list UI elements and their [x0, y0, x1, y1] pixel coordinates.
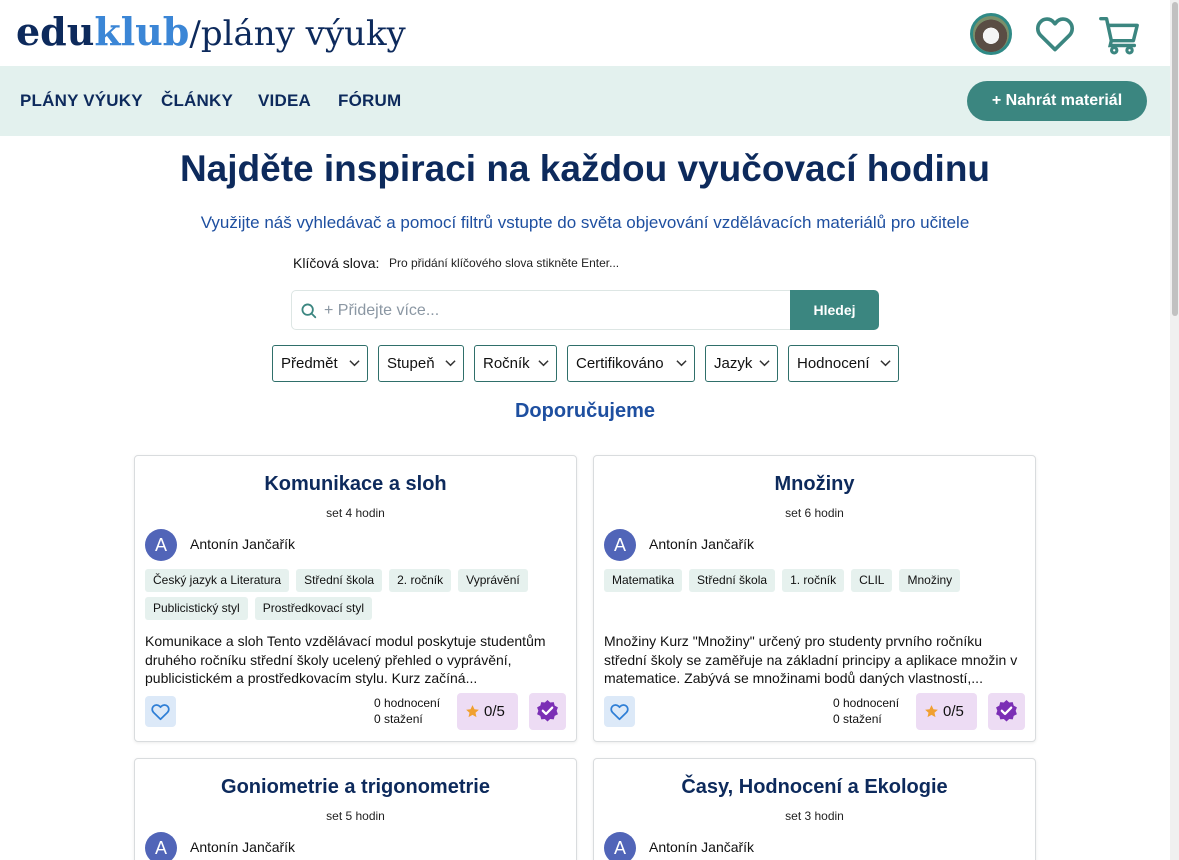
certified-icon: [537, 700, 558, 722]
card-description: Komunikace a sloh Tento vzdělávací modul…: [145, 633, 546, 686]
filter-label: Certifikováno: [576, 355, 664, 372]
filter-certifikovano[interactable]: Certifikováno: [567, 345, 695, 382]
user-avatar[interactable]: [970, 13, 1012, 55]
ratings-count: 0 hodnocení: [833, 696, 900, 710]
nav-item-clanky[interactable]: ČLÁNKY: [161, 91, 233, 111]
rating-score: 0/5: [943, 703, 964, 720]
tag[interactable]: CLIL: [851, 569, 893, 592]
card-lesson-count: set 3 hodin: [785, 809, 844, 823]
tag[interactable]: Množiny: [899, 569, 961, 592]
course-card[interactable]: Časy, Hodnocení a Ekologie set 3 hodin A…: [593, 758, 1036, 860]
keywords-hint: Pro přidání klíčového slova stikněte Ent…: [389, 256, 620, 270]
page-scrollbar-thumb[interactable]: [1172, 2, 1178, 316]
heart-icon: [151, 704, 170, 721]
certified-icon: [996, 700, 1017, 722]
course-card[interactable]: Komunikace a sloh set 4 hodin A Antonín …: [134, 455, 577, 742]
search-box[interactable]: [291, 290, 791, 330]
author-name[interactable]: Antonín Jančařík: [649, 839, 754, 855]
card-lesson-count: set 5 hodin: [326, 809, 385, 823]
card-stats: 0 hodnocení 0 stažení: [374, 695, 440, 727]
card-lesson-count: set 6 hodin: [785, 506, 844, 520]
certified-badge: [529, 693, 566, 730]
tag[interactable]: Střední škola: [296, 569, 383, 592]
card-description: Množiny Kurz "Množiny" určený pro studen…: [604, 633, 1018, 686]
certified-badge: [988, 693, 1025, 730]
card-stats: 0 hodnocení 0 stažení: [833, 695, 899, 727]
card-title[interactable]: Goniometrie a trigonometrie: [135, 776, 576, 799]
main-nav: PLÁNY VÝUKY ČLÁNKY VIDEA FÓRUM + Nahrát …: [0, 66, 1170, 136]
site-logo[interactable]: eduklub/plány výuky: [16, 8, 406, 58]
upload-material-button[interactable]: + Nahrát materiál: [967, 81, 1147, 121]
tag[interactable]: Prostředkovací styl: [254, 597, 373, 620]
filter-jazyk[interactable]: Jazyk: [705, 345, 778, 382]
chevron-down-icon: [880, 360, 891, 367]
keywords-label: Klíčová slova:: [293, 255, 380, 271]
nav-item-forum[interactable]: FÓRUM: [338, 91, 401, 111]
filter-stupen[interactable]: Stupeň: [378, 345, 464, 382]
rating-badge: 0/5: [457, 693, 518, 730]
author-name[interactable]: Antonín Jančařík: [190, 839, 295, 855]
heart-icon[interactable]: [1033, 12, 1077, 56]
favorite-button[interactable]: [604, 696, 635, 727]
filter-label: Jazyk: [714, 355, 753, 372]
card-title[interactable]: Množiny: [594, 473, 1035, 496]
rating-score: 0/5: [484, 703, 505, 720]
chevron-down-icon: [759, 360, 770, 367]
logo-slash: /: [189, 14, 201, 54]
author-avatar[interactable]: A: [604, 832, 636, 860]
tag[interactable]: Vyprávění: [458, 569, 528, 592]
chevron-down-icon: [676, 360, 687, 367]
author-name[interactable]: Antonín Jančařík: [649, 536, 754, 552]
logo-klub: klub: [94, 9, 190, 54]
chevron-down-icon: [349, 360, 360, 367]
search-button[interactable]: Hledej: [790, 290, 879, 330]
search-input[interactable]: [324, 299, 774, 323]
tag-list: Matematika Střední škola 1. ročník CLIL …: [604, 569, 1029, 592]
downloads-count: 0 stažení: [833, 712, 882, 726]
author-avatar[interactable]: A: [145, 832, 177, 860]
recommended-heading: Doporučujeme: [514, 400, 656, 422]
tag-list: Český jazyk a Literatura Střední škola 2…: [145, 569, 570, 620]
search-icon: [301, 303, 317, 319]
filter-label: Stupeň: [387, 355, 435, 372]
heart-icon: [610, 704, 629, 721]
author-avatar[interactable]: A: [604, 529, 636, 561]
tag[interactable]: Publicistický styl: [145, 597, 248, 620]
cart-icon[interactable]: [1096, 11, 1142, 57]
downloads-count: 0 stažení: [374, 712, 423, 726]
chevron-down-icon: [538, 360, 549, 367]
logo-subtitle: plány výuky: [200, 14, 406, 54]
author-name[interactable]: Antonín Jančařík: [190, 536, 295, 552]
chevron-down-icon: [445, 360, 456, 367]
page-title: Najděte inspiraci na každou vyučovací ho…: [179, 148, 991, 189]
tag[interactable]: Střední škola: [689, 569, 776, 592]
nav-item-videa[interactable]: VIDEA: [258, 91, 311, 111]
filter-label: Předmět: [281, 355, 338, 372]
card-title[interactable]: Časy, Hodnocení a Ekologie: [594, 776, 1035, 799]
tag[interactable]: 1. ročník: [782, 569, 845, 592]
filter-hodnoceni[interactable]: Hodnocení: [788, 345, 899, 382]
course-card[interactable]: Množiny set 6 hodin A Antonín Jančařík M…: [593, 455, 1036, 742]
course-card[interactable]: Goniometrie a trigonometrie set 5 hodin …: [134, 758, 577, 860]
tag[interactable]: Český jazyk a Literatura: [145, 569, 290, 592]
favorite-button[interactable]: [145, 696, 176, 727]
filter-label: Hodnocení: [797, 355, 870, 372]
ratings-count: 0 hodnocení: [374, 696, 441, 710]
tag[interactable]: 2. ročník: [389, 569, 452, 592]
star-icon: [925, 705, 938, 718]
card-title[interactable]: Komunikace a sloh: [135, 473, 576, 496]
rating-badge: 0/5: [916, 693, 977, 730]
author-avatar[interactable]: A: [145, 529, 177, 561]
filter-label: Ročník: [483, 355, 530, 372]
nav-item-plany-vyuky[interactable]: PLÁNY VÝUKY: [20, 91, 143, 111]
card-lesson-count: set 4 hodin: [326, 506, 385, 520]
filter-predmet[interactable]: Předmět: [272, 345, 368, 382]
logo-edu: edu: [16, 9, 95, 54]
star-icon: [466, 705, 479, 718]
top-bar: eduklub/plány výuky: [0, 0, 1170, 66]
tag[interactable]: Matematika: [604, 569, 683, 592]
page-subtitle: Využijte náš vyhledávač a pomocí filtrů …: [200, 213, 970, 232]
filter-rocnik[interactable]: Ročník: [474, 345, 557, 382]
